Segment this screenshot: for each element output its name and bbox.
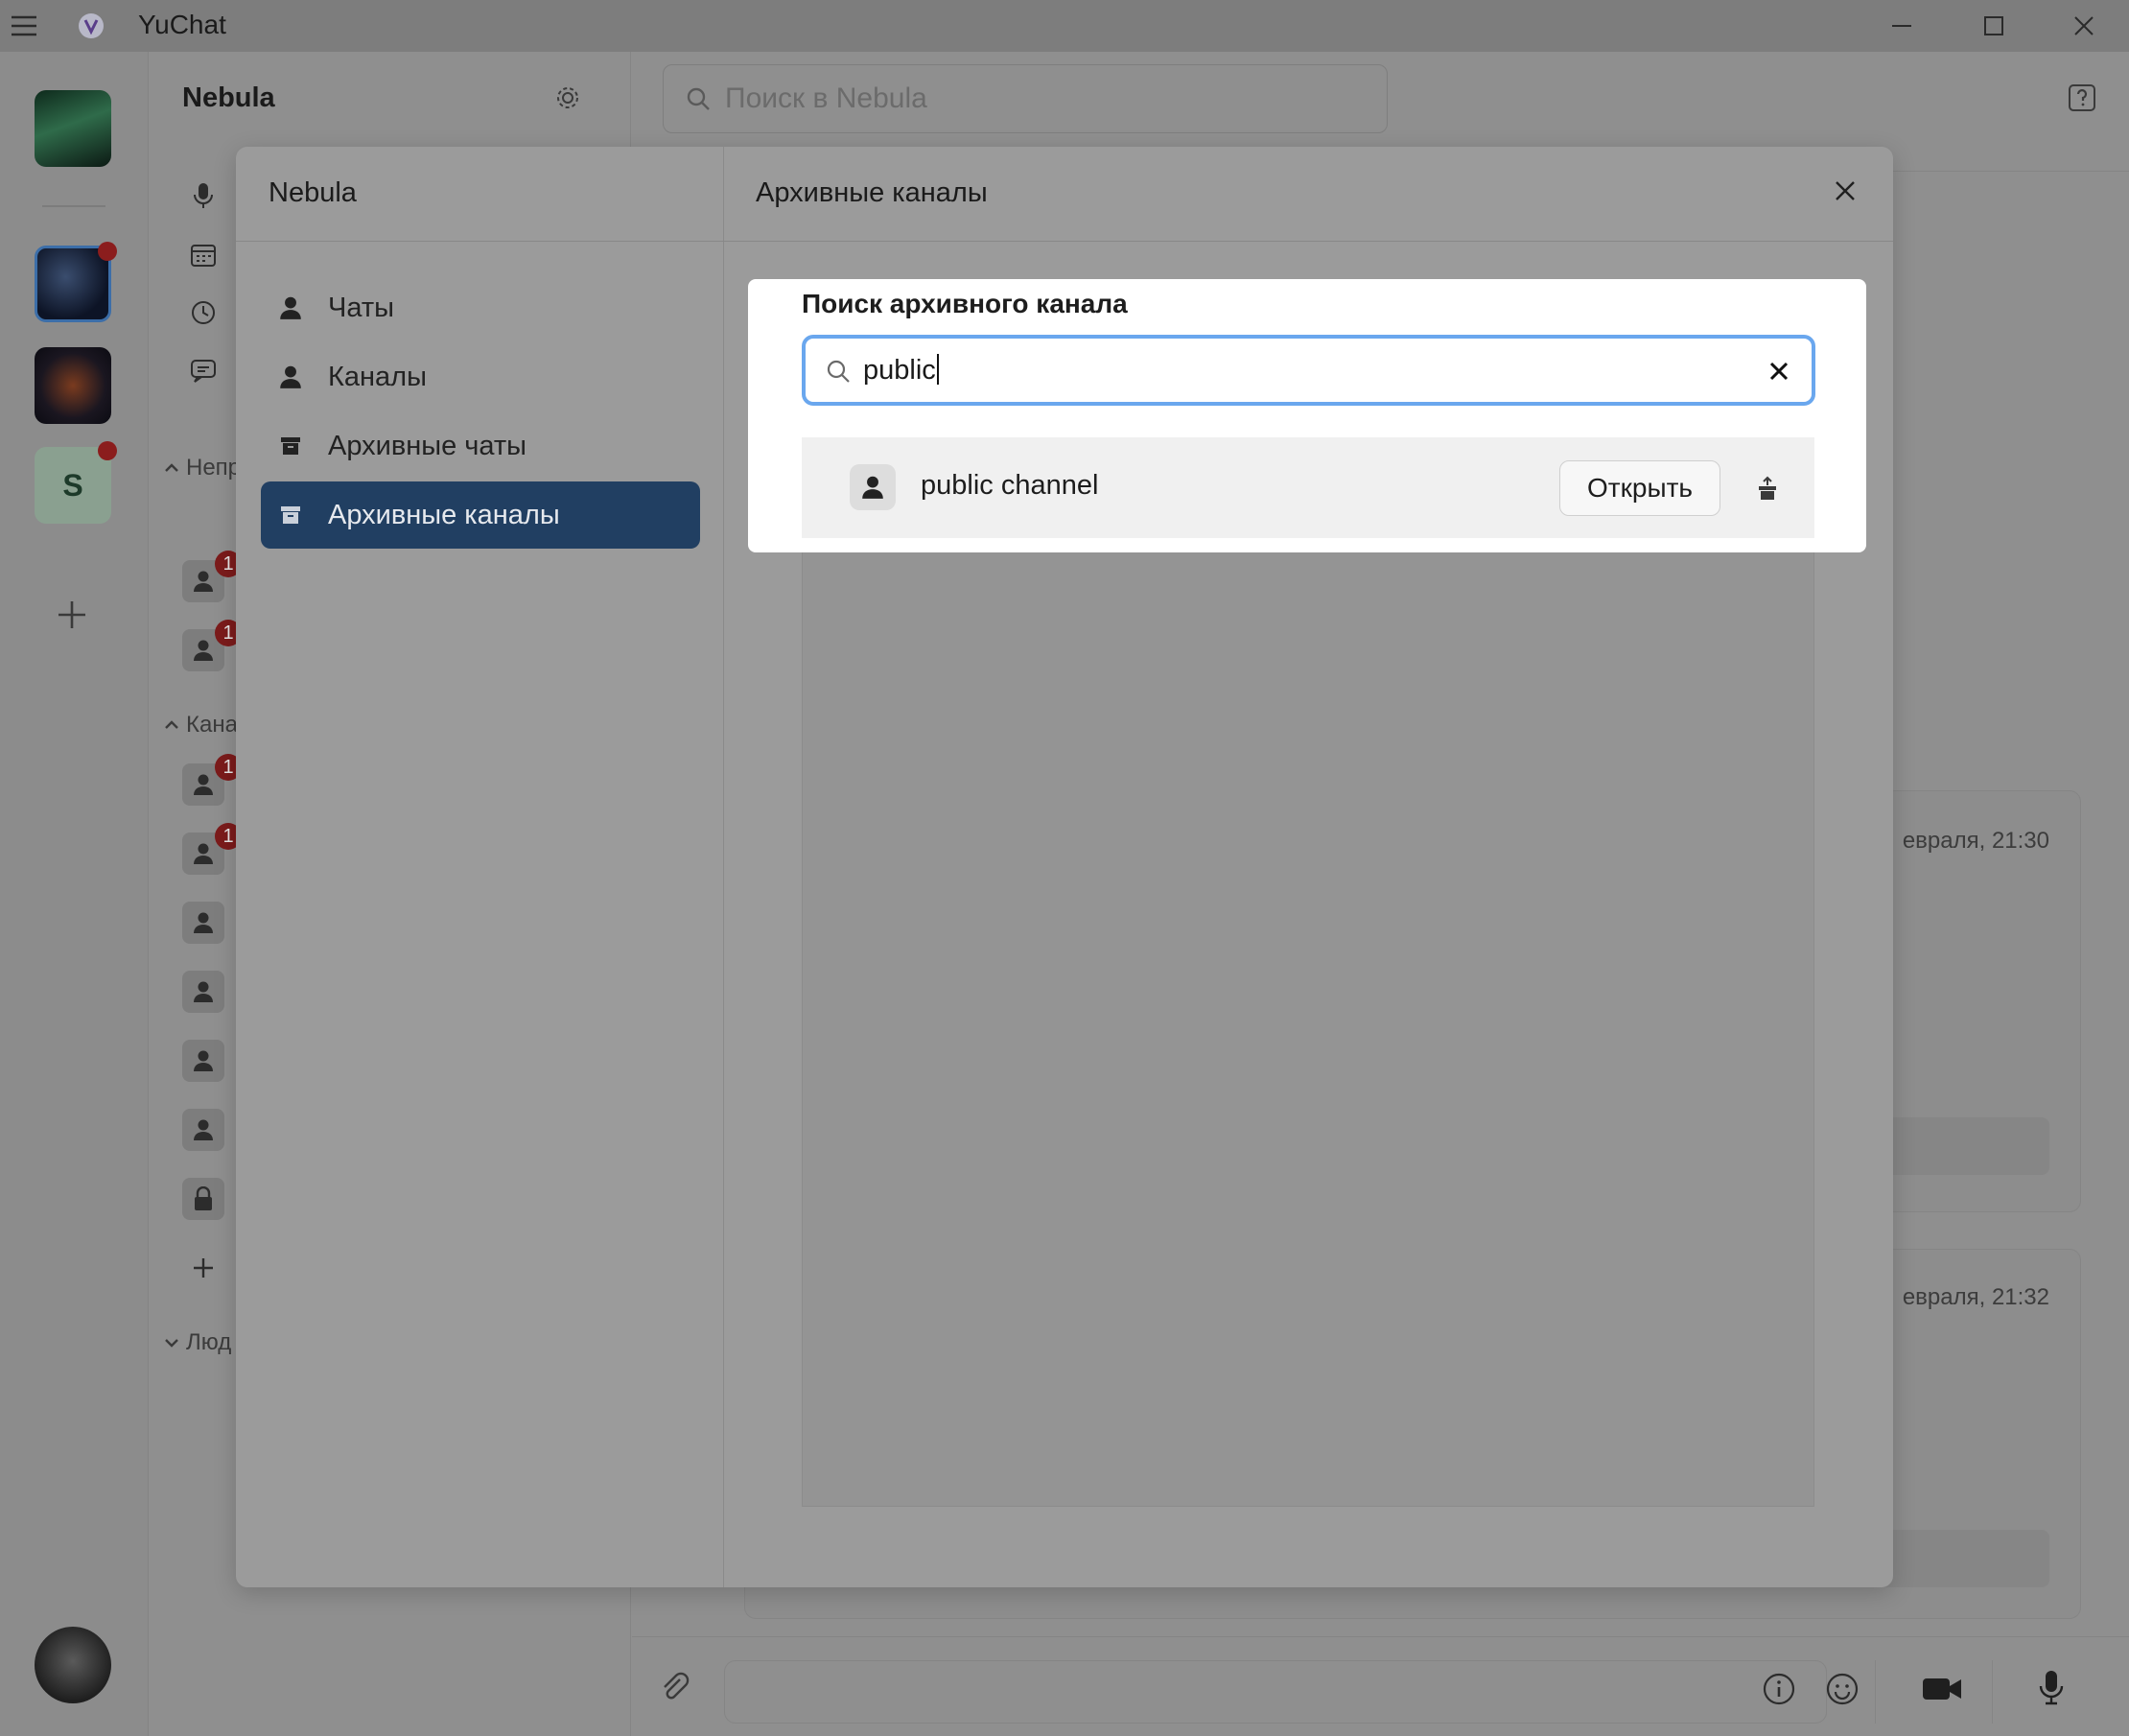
section-people-header[interactable]: Люд — [163, 1329, 231, 1356]
server-aurora[interactable] — [35, 90, 111, 167]
channel-icon[interactable] — [182, 971, 224, 1013]
channel-icon[interactable] — [182, 1040, 224, 1082]
unarchive-icon[interactable] — [1751, 472, 1784, 504]
attach-paperclip-icon[interactable] — [653, 1666, 695, 1708]
archive-search-popover: Поиск архивного канала public public cha… — [748, 279, 1866, 552]
composer-divider — [1875, 1660, 1876, 1724]
archive-icon — [276, 432, 305, 460]
modal-workspace-title: Nebula — [269, 177, 357, 208]
modal-nav-channels[interactable]: Каналы — [261, 343, 700, 411]
server-unread-dot — [98, 242, 117, 261]
modal-nav-label: Каналы — [328, 361, 427, 392]
info-icon[interactable] — [1758, 1668, 1800, 1710]
search-result-row[interactable]: public channel Открыть — [802, 437, 1814, 538]
rail-divider — [42, 205, 105, 207]
text-caret — [936, 354, 939, 385]
app-title: YuChat — [138, 10, 226, 39]
message-composer — [632, 1636, 2129, 1736]
voice-message-microphone-icon[interactable] — [2030, 1666, 2072, 1708]
emoji-icon[interactable] — [1821, 1668, 1863, 1710]
channel-icon[interactable] — [182, 902, 224, 944]
modal-nav-archived-chats[interactable]: Архивные чаты — [261, 412, 700, 480]
section-channels-header[interactable]: Кана — [163, 712, 238, 739]
archive-search-label: Поиск архивного канала — [802, 289, 1128, 318]
window-close-icon[interactable] — [2068, 10, 2100, 42]
microphone-icon[interactable] — [188, 180, 219, 211]
user-avatar[interactable] — [35, 1627, 111, 1703]
add-channel-icon[interactable] — [188, 1253, 219, 1283]
channel-icon[interactable] — [182, 1109, 224, 1151]
modal-nav-label: Чаты — [328, 292, 394, 323]
result-channel-name: public channel — [921, 470, 1099, 501]
modal-section-title: Архивные каналы — [756, 177, 988, 208]
server-s[interactable]: S — [35, 447, 111, 524]
server-unread-dot — [98, 441, 117, 460]
hamburger-menu-icon[interactable] — [8, 10, 40, 42]
archive-search-input[interactable]: public — [802, 335, 1815, 406]
minimize-icon[interactable] — [1885, 10, 1918, 42]
workspace-name: Nebula — [182, 82, 275, 113]
section-channels-label: Кана — [186, 712, 238, 738]
title-bar: YuChat — [0, 0, 2129, 52]
calendar-icon[interactable] — [188, 240, 219, 270]
search-icon — [687, 87, 710, 110]
servers-rail: S — [0, 52, 149, 1736]
modal-nav-label: Архивные каналы — [328, 499, 560, 530]
message-input[interactable] — [724, 1660, 1827, 1724]
clear-search-icon[interactable] — [1762, 354, 1796, 388]
maximize-icon[interactable] — [1977, 10, 2010, 42]
workspace-search-input[interactable]: Поиск в Nebula — [663, 64, 1388, 133]
open-channel-button[interactable]: Открыть — [1559, 460, 1720, 516]
archived-channels-list-area — [802, 538, 1814, 1507]
section-unread-label: Непр — [186, 455, 242, 481]
modal-nav-archived-channels[interactable]: Архивные каналы — [261, 481, 700, 549]
server-galaxy[interactable] — [35, 347, 111, 424]
modal-header-divider — [236, 241, 1893, 242]
settings-gear-icon[interactable] — [552, 82, 583, 113]
message-time: евраля, 21:30 — [1902, 828, 2049, 854]
modal-nav-label: Архивные чаты — [328, 430, 527, 461]
add-server-icon[interactable] — [56, 598, 88, 631]
archive-search-value: public — [863, 355, 936, 386]
video-call-icon[interactable] — [1921, 1668, 1963, 1710]
composer-divider — [1992, 1660, 1993, 1724]
section-unread-header[interactable]: Непр — [163, 455, 241, 481]
person-icon — [276, 293, 305, 322]
threads-icon[interactable] — [188, 355, 219, 386]
section-people-label: Люд — [186, 1329, 232, 1355]
modal-nav-chats[interactable]: Чаты — [261, 274, 700, 341]
help-icon[interactable] — [2061, 77, 2103, 119]
private-channel-lock-icon[interactable] — [182, 1178, 224, 1220]
person-icon — [276, 363, 305, 391]
app-logo-icon — [75, 10, 107, 42]
modal-close-icon[interactable] — [1826, 172, 1864, 210]
archive-icon — [276, 501, 305, 529]
clock-icon[interactable] — [188, 297, 219, 328]
search-placeholder: Поиск в Nebula — [725, 82, 927, 114]
message-time: евраля, 21:32 — [1902, 1284, 2049, 1310]
search-icon — [825, 358, 852, 385]
channel-avatar-icon — [850, 464, 896, 510]
